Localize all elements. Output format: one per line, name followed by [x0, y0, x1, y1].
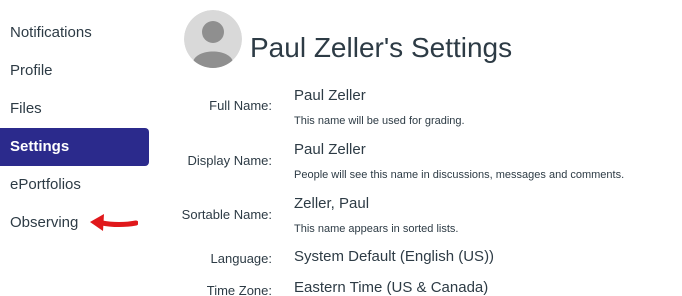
user-avatar-icon[interactable] [184, 10, 242, 68]
annotation-arrow-icon [90, 214, 138, 231]
sortable-name-hint: This name appears in sorted lists. [294, 223, 459, 235]
full-name-hint: This name will be used for grading. [294, 115, 465, 127]
sortable-name-label: Sortable Name: [181, 207, 272, 222]
full-name-value: Paul Zeller [294, 87, 366, 104]
display-name-hint: People will see this name in discussions… [294, 169, 625, 181]
sidebar-item-files[interactable]: Files [0, 90, 152, 128]
full-name-label: Full Name: [209, 98, 272, 113]
display-name-value: Paul Zeller [294, 141, 366, 158]
sidebar-item-settings[interactable]: Settings [0, 128, 149, 166]
sidebar-item-profile[interactable]: Profile [0, 52, 152, 90]
language-label: Language: [210, 251, 272, 266]
display-name-label: Display Name: [187, 153, 272, 168]
time-zone-label: Time Zone: [206, 283, 272, 296]
sidebar-nav: Notifications Profile Files Settings ePo… [0, 14, 152, 242]
language-value: System Default (English (US)) [294, 248, 495, 265]
sortable-name-value: Zeller, Paul [294, 195, 370, 212]
page-title: Paul Zeller's Settings [250, 32, 513, 63]
time-zone-value: Eastern Time (US & Canada) [294, 279, 489, 296]
sidebar-item-notifications[interactable]: Notifications [0, 14, 152, 52]
sidebar-item-eportfolios[interactable]: ePortfolios [0, 166, 152, 204]
